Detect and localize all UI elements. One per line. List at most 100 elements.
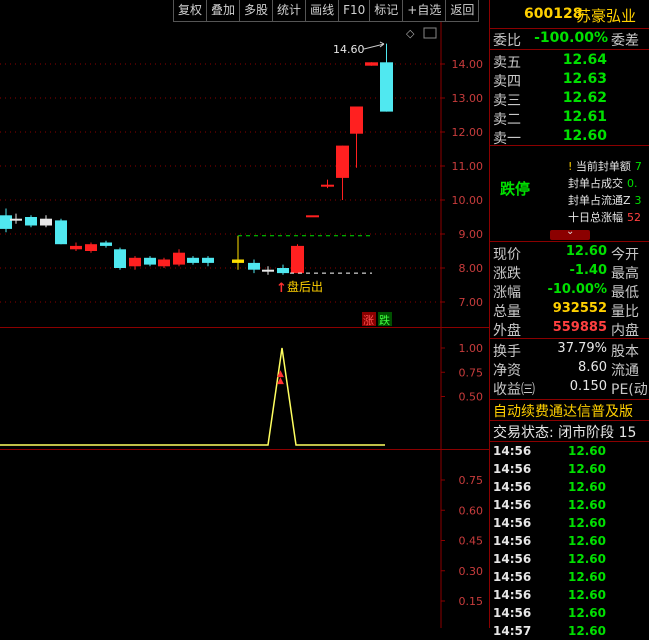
- toolbar-button-8[interactable]: 返回: [445, 0, 480, 22]
- tick-time: 14:56: [493, 606, 532, 620]
- candle-body: [262, 269, 274, 272]
- legend-down: 跌: [379, 313, 390, 327]
- quote-row: 总量 932552 量比: [490, 301, 649, 320]
- tick-time: 14:56: [493, 516, 532, 530]
- tick-row: 14:56 12.60: [490, 604, 649, 622]
- candlestick-chart[interactable]: 14.00 13.00 12.00 11.00 10.00 9.00 8.00 7.00 ◇ 14…: [0, 22, 489, 328]
- limit-line-label: 封单占流通Z: [568, 194, 631, 207]
- collapse-button[interactable]: ⌄: [550, 226, 590, 240]
- chart-toolbar: 复权 叠加 多股 统计 画线 F10 标记 +自选 返回: [173, 0, 480, 22]
- ask-label: 卖四: [493, 74, 521, 90]
- ask-row[interactable]: 卖一 12.60: [490, 128, 649, 147]
- indicator-panel-1[interactable]: 1.000.750.50▲▲: [0, 328, 489, 450]
- quote-value: 37.79%: [557, 341, 607, 356]
- quote-label-2: 股本: [611, 344, 639, 360]
- toolbar-button-5[interactable]: F10: [338, 0, 371, 22]
- ask-row[interactable]: 卖三 12.62: [490, 90, 649, 109]
- tick-price: 12.60: [568, 624, 606, 638]
- tick-row: 14:56 12.60: [490, 514, 649, 532]
- quote-label-2: 流通: [611, 363, 639, 379]
- indicator2-axis-label: 0.75: [459, 474, 484, 487]
- candle-body: [40, 218, 52, 226]
- quote-label-2: 量比: [611, 304, 639, 320]
- toolbar-button-2[interactable]: 多股: [239, 0, 274, 22]
- ask-row[interactable]: 卖二 12.61: [490, 109, 649, 128]
- quote-label: 换手: [493, 344, 521, 360]
- candle-body: [365, 62, 378, 66]
- tick-row: 14:56 12.60: [490, 478, 649, 496]
- tick-row: 14:56 12.60: [490, 442, 649, 460]
- quote-row: 外盘 559885 内盘: [490, 320, 649, 339]
- candle-body: [306, 215, 319, 218]
- stock-name: 苏豪弘业: [576, 7, 637, 25]
- quote-label: 总量: [493, 304, 521, 320]
- chevron-down-icon: ⌄: [566, 226, 575, 237]
- weicha-label: 委差: [611, 33, 639, 49]
- ask-label: 卖三: [493, 93, 521, 109]
- limit-line: 封单占成交 0.: [568, 175, 638, 191]
- quote-label-2: 最高: [611, 266, 639, 282]
- toolbar-button-6[interactable]: 标记: [369, 0, 404, 22]
- stock-code: 600128: [524, 6, 583, 22]
- toolbar-button-7[interactable]: +自选: [402, 0, 447, 22]
- indicator1-axis-label: 0.75: [459, 366, 484, 379]
- ask-price: 12.63: [562, 71, 607, 87]
- limit-line-label: 十日总涨幅: [568, 211, 623, 224]
- tick-time: 14:56: [493, 480, 532, 494]
- indicator-panel-2[interactable]: 0.75 0.60 0.45 0.30 0.15: [0, 450, 489, 628]
- price-axis-label: 10.00: [452, 194, 484, 207]
- quote-label: 净资: [493, 363, 521, 379]
- tick-row: 14:56 12.60: [490, 550, 649, 568]
- candle-body: [248, 262, 260, 270]
- tick-time: 14:56: [493, 462, 532, 476]
- window-icon: [423, 27, 437, 39]
- toolbar-button-1[interactable]: 叠加: [206, 0, 241, 22]
- ask-price: 12.60: [562, 128, 607, 144]
- tick-price: 12.60: [568, 552, 606, 566]
- stock-header[interactable]: 600128 苏豪弘业: [490, 0, 649, 28]
- limit-line-label: 封单占成交: [568, 177, 623, 190]
- toolbar-button-0[interactable]: 复权: [173, 0, 208, 22]
- price-axis-label: 8.00: [459, 262, 484, 275]
- quote-value: 12.60: [565, 244, 607, 259]
- limit-line-value: 7: [634, 160, 642, 173]
- indicator1-axis-label: 1.00: [459, 342, 484, 355]
- ask-row[interactable]: 卖四 12.63: [490, 71, 649, 90]
- quote-label-2: 最低: [611, 285, 639, 301]
- indicator1-line: [0, 347, 385, 446]
- warning-icon: !: [568, 160, 576, 173]
- quote-label-2: 今开: [611, 247, 639, 263]
- limit-line-value: 3: [634, 194, 642, 207]
- tick-time: 14:56: [493, 570, 532, 584]
- quote-label: 现价: [493, 247, 521, 263]
- indicator2-axis-label: 0.30: [459, 565, 484, 578]
- toolbar-button-3[interactable]: 统计: [272, 0, 307, 22]
- candle-body: [232, 259, 244, 263]
- limit-line: 十日总涨幅 52: [568, 209, 641, 225]
- tick-row: 14:56 12.60: [490, 532, 649, 550]
- tick-price: 12.60: [568, 462, 606, 476]
- price-axis-label: 11.00: [452, 160, 484, 173]
- quote-row-2: 换手 37.79% 股本: [490, 341, 649, 360]
- tick-price: 12.60: [568, 570, 606, 584]
- limit-line-label: 当前封单额: [575, 160, 631, 173]
- tick-price: 12.60: [568, 588, 606, 602]
- ask-row[interactable]: 卖五 12.64: [490, 52, 649, 71]
- quote-value: 0.150: [569, 379, 607, 394]
- weibi-row: 委比 -100.00% 委差: [490, 30, 649, 49]
- candle-body: [380, 62, 393, 112]
- candle-body: [144, 257, 156, 265]
- toolbar-button-4[interactable]: 画线: [305, 0, 340, 22]
- tick-time: 14:56: [493, 498, 532, 512]
- ask-price: 12.61: [562, 109, 607, 125]
- quote-row-2: 收益㈢ 0.150 PE(动: [490, 379, 649, 398]
- candle-body: [85, 244, 97, 251]
- candle-body: [129, 257, 141, 267]
- up-arrow-icon: ↑: [276, 281, 287, 296]
- quote-row-2: 净资 8.60 流通: [490, 360, 649, 379]
- price-axis-label: 13.00: [452, 92, 484, 105]
- candle-body: [25, 217, 37, 226]
- candle-body: [277, 268, 289, 274]
- price-axis-label: 12.00: [452, 126, 484, 139]
- diamond-icon: ◇: [406, 27, 415, 40]
